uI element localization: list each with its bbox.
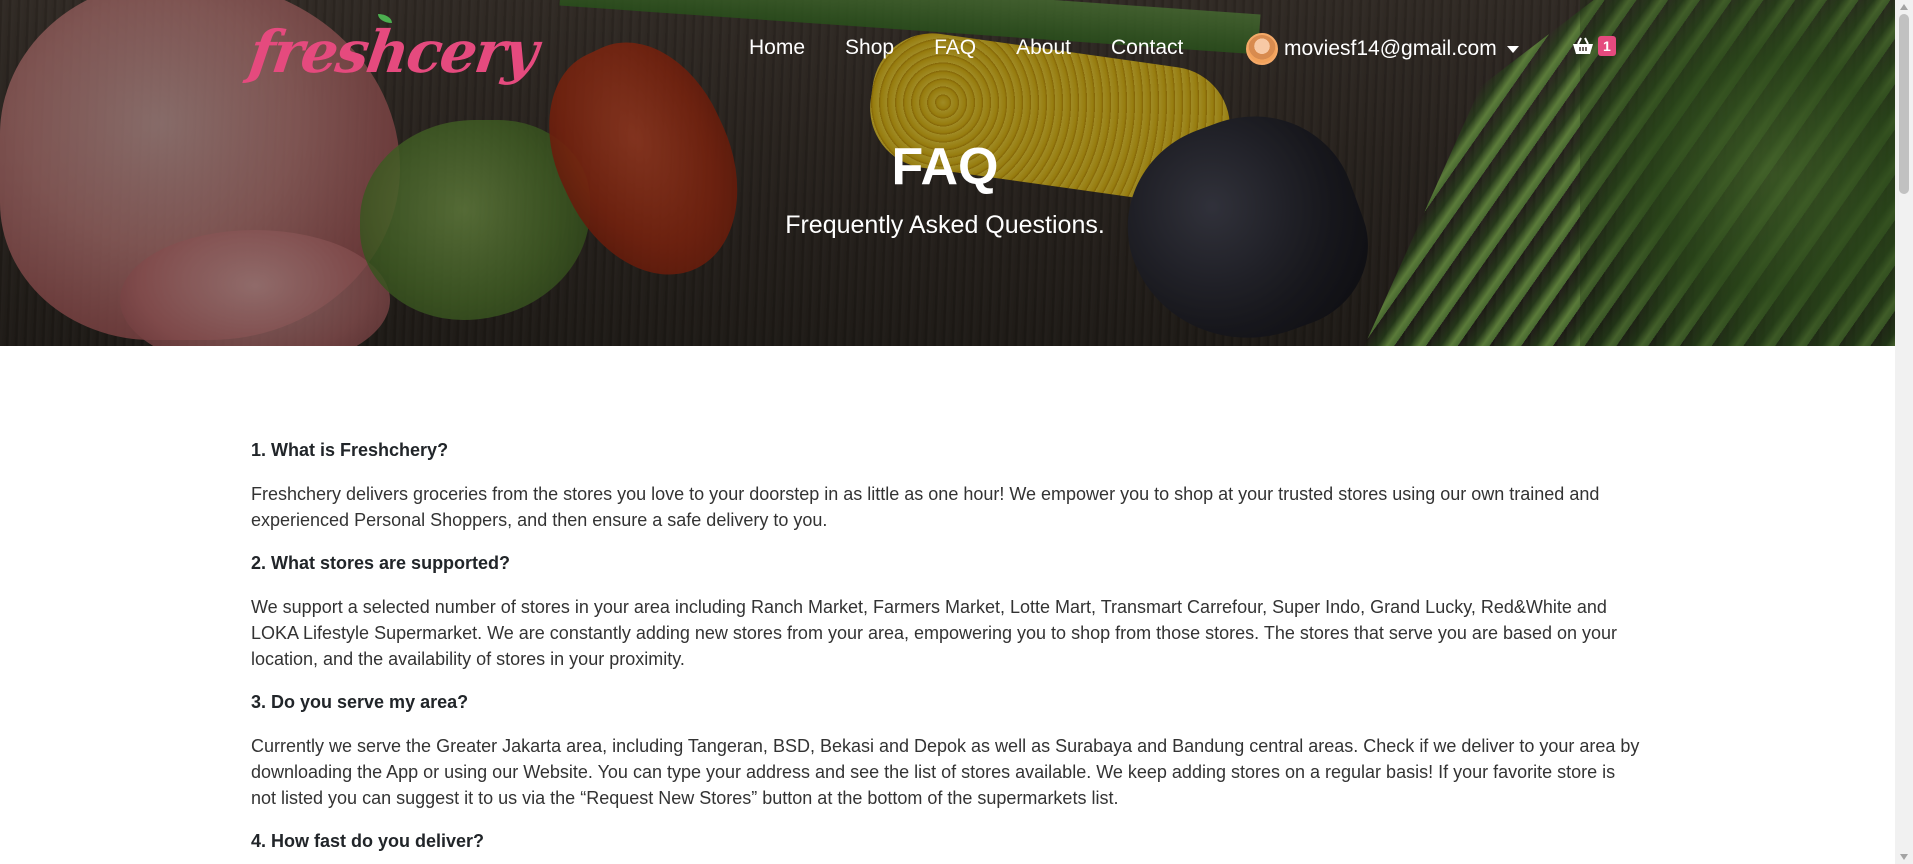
faq-item: 2. What stores are supported? We support…	[251, 553, 1641, 672]
faq-item: 4. How fast do you deliver?	[251, 831, 1641, 852]
nav-contact-link[interactable]: Contact	[1111, 36, 1183, 60]
faq-question: 3. Do you serve my area?	[251, 692, 469, 712]
faq-question: 4. How fast do you deliver?	[251, 831, 485, 851]
faq-question: 1. What is Freshchery?	[251, 440, 449, 460]
hero-banner: freshcery Home Shop FAQ About Contact mo…	[0, 0, 1895, 346]
nav-shop-link[interactable]: Shop	[845, 36, 894, 60]
nav-about-link[interactable]: About	[1016, 36, 1071, 60]
cart-count-badge: 1	[1598, 36, 1616, 56]
faq-item: 3. Do you serve my area? Currently we se…	[251, 692, 1641, 811]
nav-menu: Home Shop FAQ About Contact	[749, 36, 1223, 60]
page-title: FAQ	[891, 138, 999, 196]
faq-answer: We support a selected number of stores i…	[251, 597, 1618, 669]
scroll-down-icon[interactable]	[1900, 854, 1908, 860]
page: freshcery Home Shop FAQ About Contact mo…	[0, 0, 1895, 864]
avatar	[1246, 33, 1278, 65]
faq-question: 2. What stores are supported?	[251, 553, 511, 573]
faq-answer: Freshchery delivers groceries from the s…	[251, 484, 1600, 530]
scrollbar-thumb[interactable]	[1899, 14, 1909, 194]
top-navbar: freshcery Home Shop FAQ About Contact mo…	[0, 0, 1895, 100]
page-subtitle: Frequently Asked Questions.	[785, 211, 1105, 239]
faq-content: 1. What is Freshchery? Freshchery delive…	[251, 440, 1641, 864]
user-dropdown[interactable]: moviesf14@gmail.com	[1246, 33, 1519, 65]
faq-item: 1. What is Freshchery? Freshchery delive…	[251, 440, 1641, 533]
user-email: moviesf14@gmail.com	[1284, 37, 1497, 60]
brand-logo[interactable]: freshcery	[245, 18, 540, 86]
basket-icon	[1572, 37, 1594, 55]
nav-home-link[interactable]: Home	[749, 36, 805, 60]
cart-button[interactable]: 1	[1572, 36, 1616, 56]
page-scrollbar[interactable]	[1895, 0, 1913, 864]
scroll-up-icon[interactable]	[1900, 4, 1908, 10]
nav-faq-link[interactable]: FAQ	[934, 36, 976, 60]
caret-down-icon	[1506, 45, 1519, 53]
faq-answer: Currently we serve the Greater Jakarta a…	[251, 736, 1640, 808]
